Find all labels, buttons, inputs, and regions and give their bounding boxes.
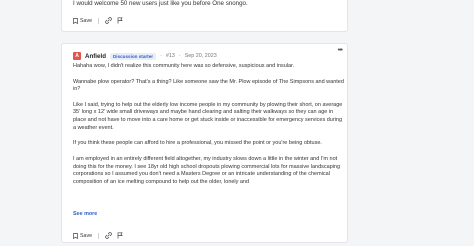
author-name[interactable]: Anfield <box>85 53 106 60</box>
comment-paragraph: If you think these people can afford to … <box>73 140 322 147</box>
comment-paragraph: Wannabe plow operator? That's a thing? L… <box>73 78 344 93</box>
save-label: Save <box>80 232 93 239</box>
flag-icon <box>117 17 123 24</box>
previous-comment-text: I would welcome 50 new users just like y… <box>73 0 248 7</box>
bookmark-icon <box>73 17 78 24</box>
post-separator: · <box>160 53 162 59</box>
bookmark-icon <box>73 232 78 239</box>
comment-header: A Anfield Discussion starter · #13 · Sep… <box>73 52 217 60</box>
link-icon <box>105 232 112 239</box>
discussion-starter-badge: Discussion starter <box>109 52 157 60</box>
more-options-icon[interactable]: ••• <box>338 47 343 54</box>
comment-actions: Save <box>73 232 123 239</box>
see-more-link[interactable]: See more <box>73 211 97 217</box>
comment-body: Hahaha wow, I didn't realize this commun… <box>73 63 345 194</box>
comment-paragraph: Like I said, trying to help out the elde… <box>73 101 343 131</box>
comment-card: ••• A Anfield Discussion starter · #13 ·… <box>61 43 348 243</box>
action-divider <box>98 17 100 24</box>
save-label: Save <box>80 17 93 24</box>
post-number[interactable]: #13 <box>166 53 175 59</box>
save-button[interactable]: Save <box>73 233 92 239</box>
avatar[interactable]: A <box>73 52 81 60</box>
save-button[interactable]: Save <box>73 18 92 24</box>
link-icon <box>105 17 112 24</box>
comment-paragraph: I am employed in an entirely different f… <box>73 155 341 185</box>
comment-paragraph: Hahaha wow, I didn't realize this commun… <box>73 63 295 69</box>
post-date: Sep 20, 2023 <box>184 53 217 59</box>
report-button[interactable] <box>116 17 123 24</box>
flag-icon <box>117 232 123 239</box>
previous-comment-actions: Save <box>73 17 123 24</box>
text-fade-overlay <box>62 194 347 208</box>
report-button[interactable] <box>116 232 123 239</box>
share-link-button[interactable] <box>105 17 112 24</box>
previous-comment-card: I would welcome 50 new users just like y… <box>61 0 348 32</box>
post-separator: · <box>178 53 181 59</box>
share-link-button[interactable] <box>105 232 112 239</box>
action-divider <box>98 232 100 239</box>
